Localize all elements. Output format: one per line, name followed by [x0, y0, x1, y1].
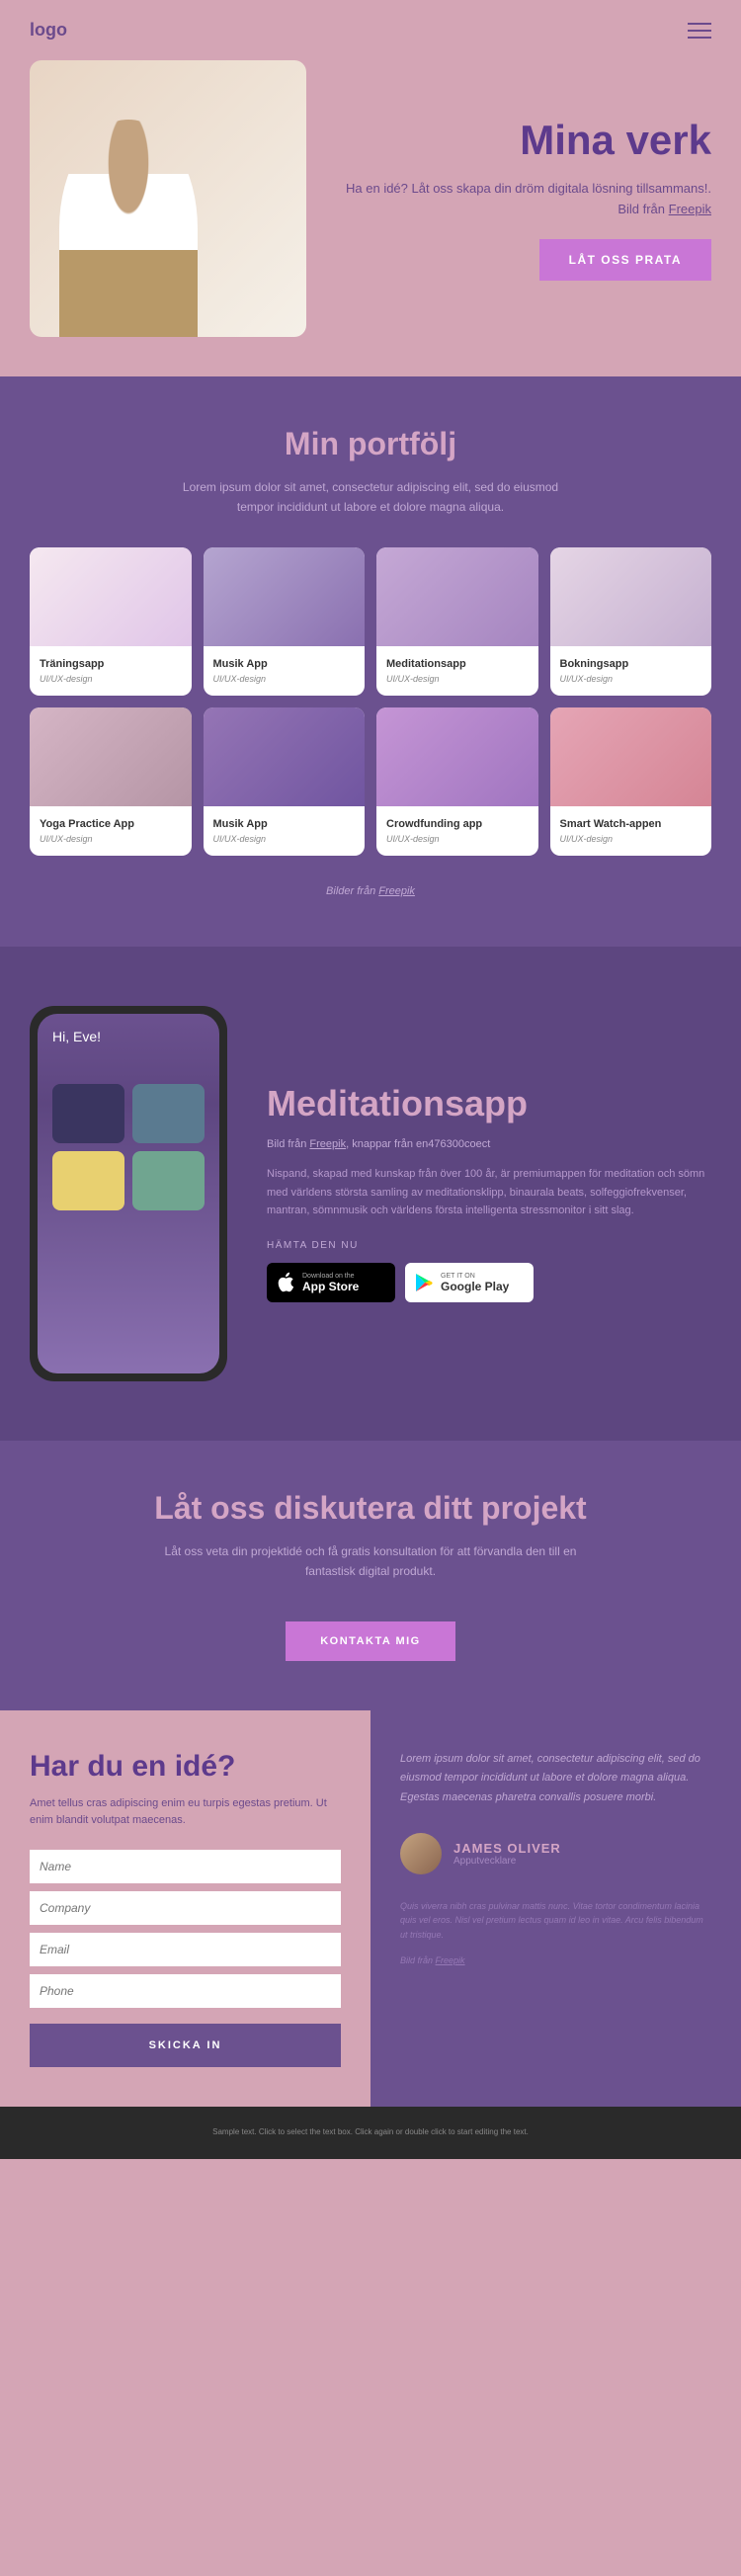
card-sub: UI/UX-design: [40, 674, 182, 684]
quote-footer: Quis viverra nibh cras pulvinar mattis n…: [400, 1899, 711, 1942]
card-sub: UI/UX-design: [40, 834, 182, 844]
card-title: Bokningsapp: [560, 658, 702, 670]
phone-tile: [52, 1151, 124, 1210]
store-buttons: Download on theApp Store GET IT ONGoogle…: [267, 1263, 711, 1302]
hero-title: Mina verk: [336, 117, 711, 164]
header: logo: [0, 0, 741, 60]
phone-mockup: Hi, Eve!: [30, 1006, 227, 1381]
card-image: [204, 707, 366, 806]
split-section: Har du en idé? Amet tellus cras adipisci…: [0, 1710, 741, 2107]
card-image: [30, 707, 192, 806]
card-sub: UI/UX-design: [213, 834, 356, 844]
app-desc: Nispand, skapad med kunskap från över 10…: [267, 1165, 711, 1220]
app-title: Meditationsapp: [267, 1084, 711, 1123]
google-play-icon: [415, 1273, 433, 1292]
portfolio-heading: Min portfölj: [30, 426, 711, 462]
hero: Mina verk Ha en idé? Låt oss skapa din d…: [0, 60, 741, 376]
app-detail-section: Hi, Eve! Meditationsapp Bild från Freepi…: [0, 947, 741, 1441]
footer: Sample text. Click to select the text bo…: [0, 2107, 741, 2159]
freepik-link[interactable]: Freepik: [309, 1138, 346, 1150]
freepik-link[interactable]: Freepik: [669, 202, 711, 216]
card-title: Musik App: [213, 658, 356, 670]
card-sub: UI/UX-design: [386, 834, 529, 844]
quote-author: JAMES OLIVER Apputvecklare: [400, 1833, 711, 1874]
card-title: Yoga Practice App: [40, 818, 182, 830]
portfolio-card[interactable]: Crowdfunding app UI/UX-design: [376, 707, 538, 856]
author-name: JAMES OLIVER: [453, 1841, 561, 1856]
menu-icon[interactable]: [688, 23, 711, 39]
freepik-link[interactable]: Freepik: [436, 1955, 465, 1965]
email-input[interactable]: [30, 1933, 341, 1966]
card-image: [550, 547, 712, 646]
apple-icon: [277, 1272, 294, 1293]
card-title: Meditationsapp: [386, 658, 529, 670]
card-image: [376, 547, 538, 646]
card-title: Träningsapp: [40, 658, 182, 670]
portfolio-card[interactable]: Träningsapp UI/UX-design: [30, 547, 192, 696]
phone-tile: [52, 1084, 124, 1143]
discuss-title: Låt oss diskutera ditt projekt: [30, 1490, 711, 1527]
card-image: [30, 547, 192, 646]
card-sub: UI/UX-design: [560, 674, 702, 684]
phone-input[interactable]: [30, 1974, 341, 2008]
logo[interactable]: logo: [30, 20, 67, 41]
name-input[interactable]: [30, 1850, 341, 1883]
quote-text: Lorem ipsum dolor sit amet, consectetur …: [400, 1750, 711, 1808]
card-title: Crowdfunding app: [386, 818, 529, 830]
form-panel: Har du en idé? Amet tellus cras adipisci…: [0, 1710, 370, 2107]
form-desc: Amet tellus cras adipiscing enim eu turp…: [30, 1795, 341, 1830]
freepik-link[interactable]: Freepik: [378, 885, 415, 897]
appstore-big: App Store: [302, 1280, 359, 1293]
app-store-button[interactable]: Download on theApp Store: [267, 1263, 395, 1302]
app-content: Meditationsapp Bild från Freepik, knappa…: [267, 1084, 711, 1302]
portfolio-card[interactable]: Smart Watch-appen UI/UX-design: [550, 707, 712, 856]
author-role: Apputvecklare: [453, 1856, 561, 1867]
download-label: HÄMTA DEN NU: [267, 1240, 711, 1251]
google-play-button[interactable]: GET IT ONGoogle Play: [405, 1263, 534, 1302]
card-sub: UI/UX-design: [386, 674, 529, 684]
google-big: Google Play: [441, 1280, 509, 1293]
app-meta: Bild från Freepik, knappar från en476300…: [267, 1138, 711, 1150]
portfolio-card[interactable]: Yoga Practice App UI/UX-design: [30, 707, 192, 856]
portfolio-section: Min portfölj Lorem ipsum dolor sit amet,…: [0, 376, 741, 947]
card-image: [550, 707, 712, 806]
portfolio-desc: Lorem ipsum dolor sit amet, consectetur …: [163, 477, 578, 518]
hero-image: [30, 60, 306, 337]
quote-panel: Lorem ipsum dolor sit amet, consectetur …: [370, 1710, 741, 2107]
contact-button[interactable]: KONTAKTA MIG: [286, 1621, 455, 1661]
hero-content: Mina verk Ha en idé? Låt oss skapa din d…: [336, 117, 711, 282]
footer-text: Sample text. Click to select the text bo…: [20, 2126, 721, 2139]
card-image: [376, 707, 538, 806]
card-title: Smart Watch-appen: [560, 818, 702, 830]
discuss-desc: Låt oss veta din projektidé och få grati…: [163, 1541, 578, 1582]
card-title: Musik App: [213, 818, 356, 830]
submit-button[interactable]: SKICKA IN: [30, 2024, 341, 2067]
quote-credit: Bild från Freepik: [400, 1953, 711, 1967]
google-small: GET IT ON: [441, 1273, 509, 1280]
company-input[interactable]: [30, 1891, 341, 1925]
card-sub: UI/UX-design: [213, 674, 356, 684]
lets-talk-button[interactable]: LÅT OSS PRATA: [539, 239, 711, 281]
phone-greeting: Hi, Eve!: [52, 1029, 205, 1044]
discuss-section: Låt oss diskutera ditt projekt Låt oss v…: [0, 1441, 741, 1710]
portfolio-card[interactable]: Musik App UI/UX-design: [204, 707, 366, 856]
portfolio-card[interactable]: Bokningsapp UI/UX-design: [550, 547, 712, 696]
card-image: [204, 547, 366, 646]
phone-tile: [132, 1084, 205, 1143]
form-title: Har du en idé?: [30, 1750, 341, 1784]
portfolio-credit: Bilder från Freepik: [30, 885, 711, 897]
appstore-small: Download on the: [302, 1273, 359, 1280]
hero-desc: Ha en idé? Låt oss skapa din dröm digita…: [336, 179, 711, 220]
portfolio-card[interactable]: Musik App UI/UX-design: [204, 547, 366, 696]
portfolio-card[interactable]: Meditationsapp UI/UX-design: [376, 547, 538, 696]
phone-tile: [132, 1151, 205, 1210]
portfolio-grid: Träningsapp UI/UX-design Musik App UI/UX-d…: [30, 547, 711, 856]
card-sub: UI/UX-design: [560, 834, 702, 844]
avatar: [400, 1833, 442, 1874]
